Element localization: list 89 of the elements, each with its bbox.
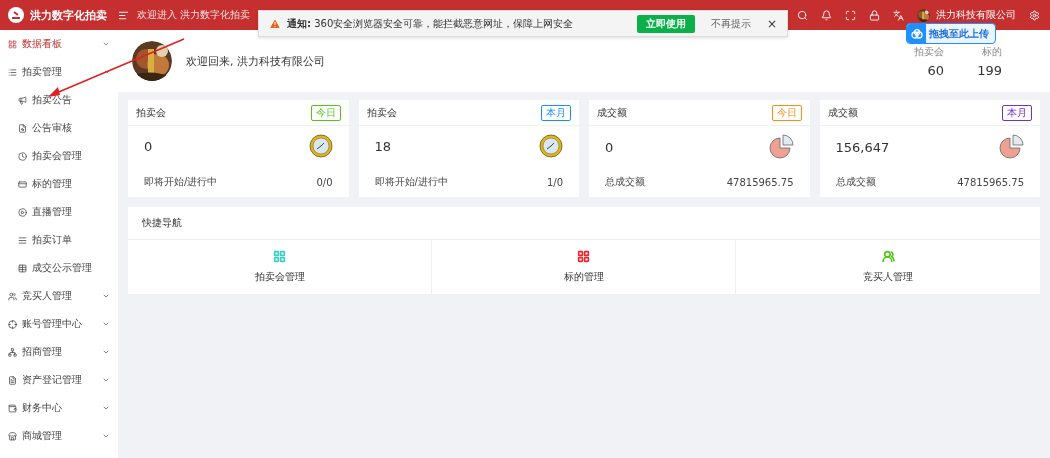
card-title: 成交额 (597, 105, 627, 120)
period-tag: 本月 (541, 104, 571, 121)
menu-item-icon (18, 235, 27, 245)
sidebar-subitem[interactable]: 直播管理 (0, 198, 118, 226)
chevron-down-icon (102, 376, 110, 384)
card-value: 0 (144, 138, 153, 154)
chevron-down-icon (102, 348, 110, 356)
menu-item-icon (8, 39, 17, 49)
period-tag: 今日 (771, 104, 802, 121)
user-name[interactable]: 洪力科技有限公司 (936, 8, 1016, 22)
cloud-icon (910, 28, 923, 39)
card-title: 拍卖会 (136, 105, 166, 120)
warning-icon (269, 17, 281, 30)
settings-icon[interactable] (1029, 9, 1040, 21)
language-icon[interactable] (893, 9, 904, 21)
sidebar-subitem[interactable]: 拍卖公告 (0, 86, 118, 114)
menu-item-icon (18, 123, 27, 133)
clock-icon (539, 134, 563, 158)
sidebar-item[interactable]: 资产登记管理 (0, 366, 118, 394)
close-button[interactable]: × (766, 16, 777, 31)
sidebar-item[interactable]: 拍卖管理 (0, 58, 118, 86)
card-footer-label: 总成交额 (605, 175, 645, 189)
stat-value: 199 (977, 62, 1002, 78)
period-tag: 本月 (1002, 104, 1032, 121)
card-footer-label: 即将开始/进行中 (374, 175, 448, 189)
menu-item-icon (18, 207, 27, 217)
sidebar-subitem[interactable]: 标的管理 (0, 170, 118, 198)
sidebar-subitem[interactable]: 拍卖会管理 (0, 142, 118, 170)
pie-chart-icon (767, 134, 794, 160)
chevron-down-icon (102, 292, 110, 300)
sidebar-item[interactable]: 账号管理中心 (0, 310, 118, 338)
sidebar-item[interactable]: 商城管理 (0, 422, 118, 450)
pie-chart-icon (998, 134, 1024, 160)
stat-label: 标的 (982, 44, 1002, 59)
chevron-down-icon (102, 320, 110, 328)
card-value: 18 (374, 138, 392, 154)
sidebar-item[interactable]: 财务中心 (0, 394, 118, 422)
card-title: 成交额 (827, 105, 858, 120)
card-footer-label: 即将开始/进行中 (144, 175, 218, 189)
fullscreen-icon[interactable] (845, 9, 856, 21)
menu-item-icon (8, 291, 17, 301)
chevron-down-icon (102, 404, 110, 412)
period-tag: 今日 (310, 104, 341, 121)
welcome-text: 欢迎进入 洪力数字化拍卖 (137, 8, 251, 22)
menu-item-icon (8, 319, 17, 329)
menu-item-icon (18, 95, 27, 105)
panel-title: 快捷导航 (142, 216, 182, 230)
card-value: 156,647 (835, 139, 890, 155)
card-footer-value: 47815965.75 (726, 176, 794, 188)
menu-item-icon (8, 67, 17, 77)
sidebar-item[interactable]: 竞买人管理 (0, 282, 118, 310)
quick-nav-link[interactable]: 竞买人管理 (863, 270, 913, 284)
dismiss-link[interactable]: 不再提示 (710, 16, 751, 31)
menu-item-icon (8, 431, 17, 441)
card-title: 拍卖会 (366, 105, 397, 120)
brand-name: 洪力数字化拍卖 (30, 7, 107, 23)
chevron-down-icon (102, 40, 110, 48)
menu-item-icon (18, 263, 27, 273)
menu-item-icon (8, 375, 17, 385)
search-icon[interactable] (797, 9, 808, 21)
menu-item-icon (8, 403, 17, 413)
lock-icon[interactable] (869, 9, 880, 21)
gavel-logo-icon (8, 7, 24, 23)
quick-nav-link[interactable]: 标的管理 (563, 270, 604, 284)
menu-item-icon (8, 347, 17, 357)
sidebar-item[interactable]: 数据看板 (0, 30, 118, 58)
card-value: 0 (605, 139, 614, 155)
menu-icon[interactable] (118, 9, 129, 21)
card-footer-label: 总成交额 (835, 175, 876, 189)
clock-icon (308, 134, 333, 158)
menu-item-icon (18, 179, 27, 189)
grid-icon[interactable] (577, 250, 590, 263)
upload-badge[interactable]: 拖拽至此上传 (906, 23, 996, 44)
bell-icon[interactable] (821, 9, 832, 21)
people-icon[interactable] (881, 250, 895, 263)
sidebar-subitem[interactable]: 成交公示管理 (0, 254, 118, 282)
stat-value: 60 (927, 62, 944, 78)
card-footer-value: 1/0 (546, 176, 563, 188)
card-footer-value: 47815965.75 (957, 176, 1024, 188)
sidebar-subitem[interactable]: 拍卖订单 (0, 226, 118, 254)
welcome-message: 欢迎回来, 洪力科技有限公司 (186, 53, 326, 69)
quick-nav-link[interactable]: 拍卖会管理 (254, 270, 305, 284)
sidebar-item[interactable]: 招商管理 (0, 338, 118, 366)
notification-text: 通知: 360安全浏览器安全可靠，能拦截恶意网址，保障上网安全 (287, 16, 575, 31)
menu-item-icon (18, 151, 27, 161)
chevron-down-icon (102, 432, 110, 440)
card-footer-value: 0/0 (316, 176, 333, 188)
sidebar-subitem[interactable]: 公告审核 (0, 114, 118, 142)
stat-label: 拍卖会 (914, 44, 944, 59)
